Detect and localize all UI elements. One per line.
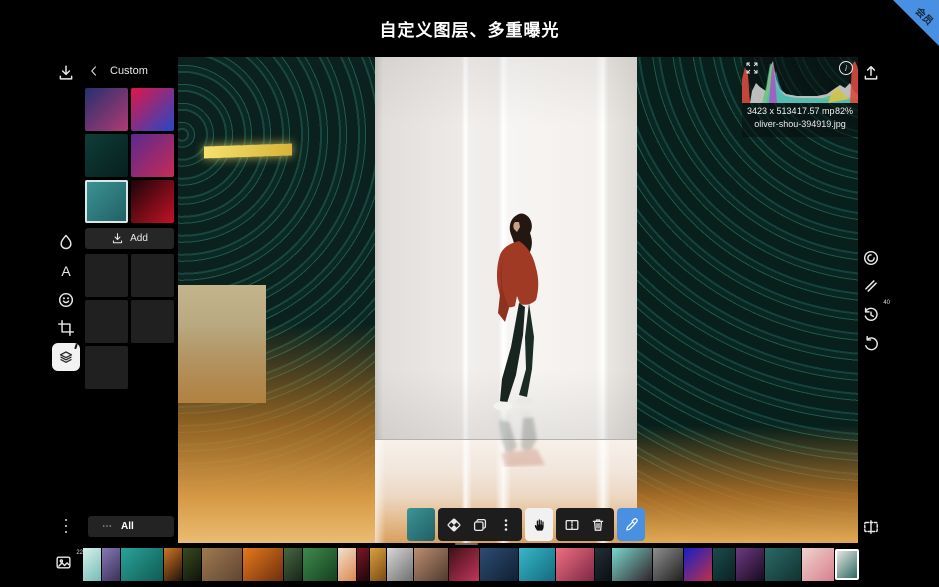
film-thumb-bw-mountain[interactable]: [653, 548, 683, 581]
layers-panel-header: Custom: [88, 65, 148, 77]
layers-tool-button-active[interactable]: [52, 343, 80, 371]
info-icon[interactable]: i: [839, 61, 853, 75]
film-thumb-teal-street[interactable]: [519, 548, 555, 581]
empty-layer-slot[interactable]: [85, 346, 128, 389]
expand-histogram-icon[interactable]: [746, 61, 758, 74]
crop-tool-icon[interactable]: [55, 317, 77, 339]
film-thumb-flamingos[interactable]: [802, 548, 834, 581]
photo-editor-app: 自定义图层、多重曝光 会员 A Custom Add i 3423 x 5134…: [0, 0, 939, 587]
all-filter-button[interactable]: ⋯ All: [88, 516, 174, 537]
text-tool-icon[interactable]: A: [55, 260, 77, 282]
empty-layer-slot[interactable]: [85, 300, 128, 343]
layer-thumb-neon-purple[interactable]: [131, 134, 174, 177]
duplicate-layer-button[interactable]: [467, 508, 493, 541]
filmstrip-thumbnails: [83, 548, 883, 581]
film-thumb-woman-room[interactable]: [414, 548, 448, 581]
film-thumb-dark-figure[interactable]: [595, 548, 611, 581]
more-options-button[interactable]: [493, 508, 519, 541]
film-thumb-teal-building[interactable]: [713, 548, 735, 581]
adjust-icon[interactable]: [860, 275, 882, 297]
photo-count-icon[interactable]: 22: [55, 550, 83, 574]
layer-thumbnail-grid: [85, 88, 175, 223]
download-button[interactable]: [55, 62, 77, 84]
film-thumb-flower[interactable]: [338, 548, 356, 581]
film-thumb-red-dark[interactable]: [357, 548, 369, 581]
hand-tool-button-active[interactable]: [525, 508, 553, 541]
empty-layer-slot[interactable]: [131, 254, 174, 297]
more-dots: ⋯: [102, 521, 113, 532]
image-info-row: 3423 x 5134 17.57 mp 82%: [742, 106, 858, 116]
film-thumb-leaves-river[interactable]: [303, 548, 337, 581]
film-thumb-island[interactable]: [121, 548, 163, 581]
film-thumb-jellyfish[interactable]: [684, 548, 712, 581]
film-thumb-teal-light-woman[interactable]: [612, 548, 652, 581]
layer-thumb-teal-texture[interactable]: [85, 180, 128, 223]
membership-ribbon[interactable]: [893, 0, 939, 46]
film-thumb-sand[interactable]: [202, 548, 242, 581]
layer-thumb-teal-city[interactable]: [85, 134, 128, 177]
film-thumb-window-plants[interactable]: [284, 548, 302, 581]
delete-layer-button[interactable]: [585, 508, 611, 541]
empty-layer-slot[interactable]: [131, 300, 174, 343]
back-chevron-icon[interactable]: [88, 65, 100, 77]
floor-glow-right: [637, 426, 858, 543]
film-thumb-purple-flowers[interactable]: [736, 548, 764, 581]
empty-layer-slots: [85, 254, 175, 389]
more-options-kebab[interactable]: [61, 516, 71, 536]
film-thumb-food[interactable]: [164, 548, 182, 581]
film-thumb-wave[interactable]: [83, 548, 101, 581]
layer-thumb-portrait-red[interactable]: [131, 88, 174, 131]
image-filename: oliver-shou-394919.jpg: [754, 119, 846, 129]
film-thumb-fire[interactable]: [243, 548, 283, 581]
add-label: Add: [130, 233, 148, 244]
history-icon[interactable]: 40: [860, 300, 890, 326]
histogram-panel[interactable]: i 3423 x 5134 17.57 mp 82% oliver-shou-3…: [742, 57, 858, 137]
film-thumb-bw-portrait[interactable]: [387, 548, 413, 581]
all-label: All: [121, 521, 134, 532]
film-thumb-yellow-sign[interactable]: [370, 548, 386, 581]
layer-actions-group: [438, 508, 522, 541]
canvas[interactable]: i 3423 x 5134 17.57 mp 82% oliver-shou-3…: [178, 57, 858, 543]
layer-toolbar: [407, 508, 645, 541]
film-thumb-current-image[interactable]: [835, 549, 859, 580]
compare-view-icon[interactable]: [860, 516, 882, 538]
eyedropper-button-active[interactable]: [617, 508, 645, 541]
empty-layer-slot[interactable]: [85, 254, 128, 297]
export-button[interactable]: [860, 62, 882, 84]
layer-thumb-red-streaks[interactable]: [131, 180, 174, 223]
film-thumb-dark-plants[interactable]: [183, 548, 201, 581]
film-thumb-red-glow[interactable]: [449, 548, 479, 581]
film-thumb-sunset[interactable]: [556, 548, 594, 581]
woman-figure: [493, 213, 545, 467]
image-dimensions: 3423 x 5134: [747, 106, 797, 116]
effects-spiral-icon[interactable]: [860, 247, 882, 269]
download-icon: [113, 233, 123, 244]
split-view-button[interactable]: [559, 508, 585, 541]
film-thumb-storm-ocean[interactable]: [480, 548, 518, 581]
film-thumb-night-lake[interactable]: [765, 548, 801, 581]
page-title: 自定义图层、多重曝光: [379, 21, 560, 40]
filmstrip: 22: [55, 548, 883, 582]
active-layer-thumbnail[interactable]: [407, 508, 435, 541]
panel-title: Custom: [110, 65, 148, 77]
photo-count-badge: 22: [76, 550, 83, 556]
add-layer-button[interactable]: Add: [85, 228, 174, 249]
layer-thumb-city-night[interactable]: [85, 88, 128, 131]
zoom-level: 82%: [834, 106, 853, 116]
floor-glow-left: [178, 324, 378, 543]
blend-mode-button[interactable]: [441, 508, 467, 541]
canvas-scrollbar[interactable]: [455, 543, 478, 545]
layers-badge: [74, 343, 78, 350]
sticker-tool-icon[interactable]: [55, 289, 77, 311]
image-megapixels: 17.57 mp: [797, 106, 835, 116]
view-actions-group: [556, 508, 614, 541]
history-count-badge: 40: [883, 300, 890, 306]
undo-icon[interactable]: [860, 333, 882, 355]
kebab-dots: [64, 524, 68, 528]
filters-icon[interactable]: [55, 231, 77, 253]
film-thumb-purple-trees[interactable]: [102, 548, 120, 581]
